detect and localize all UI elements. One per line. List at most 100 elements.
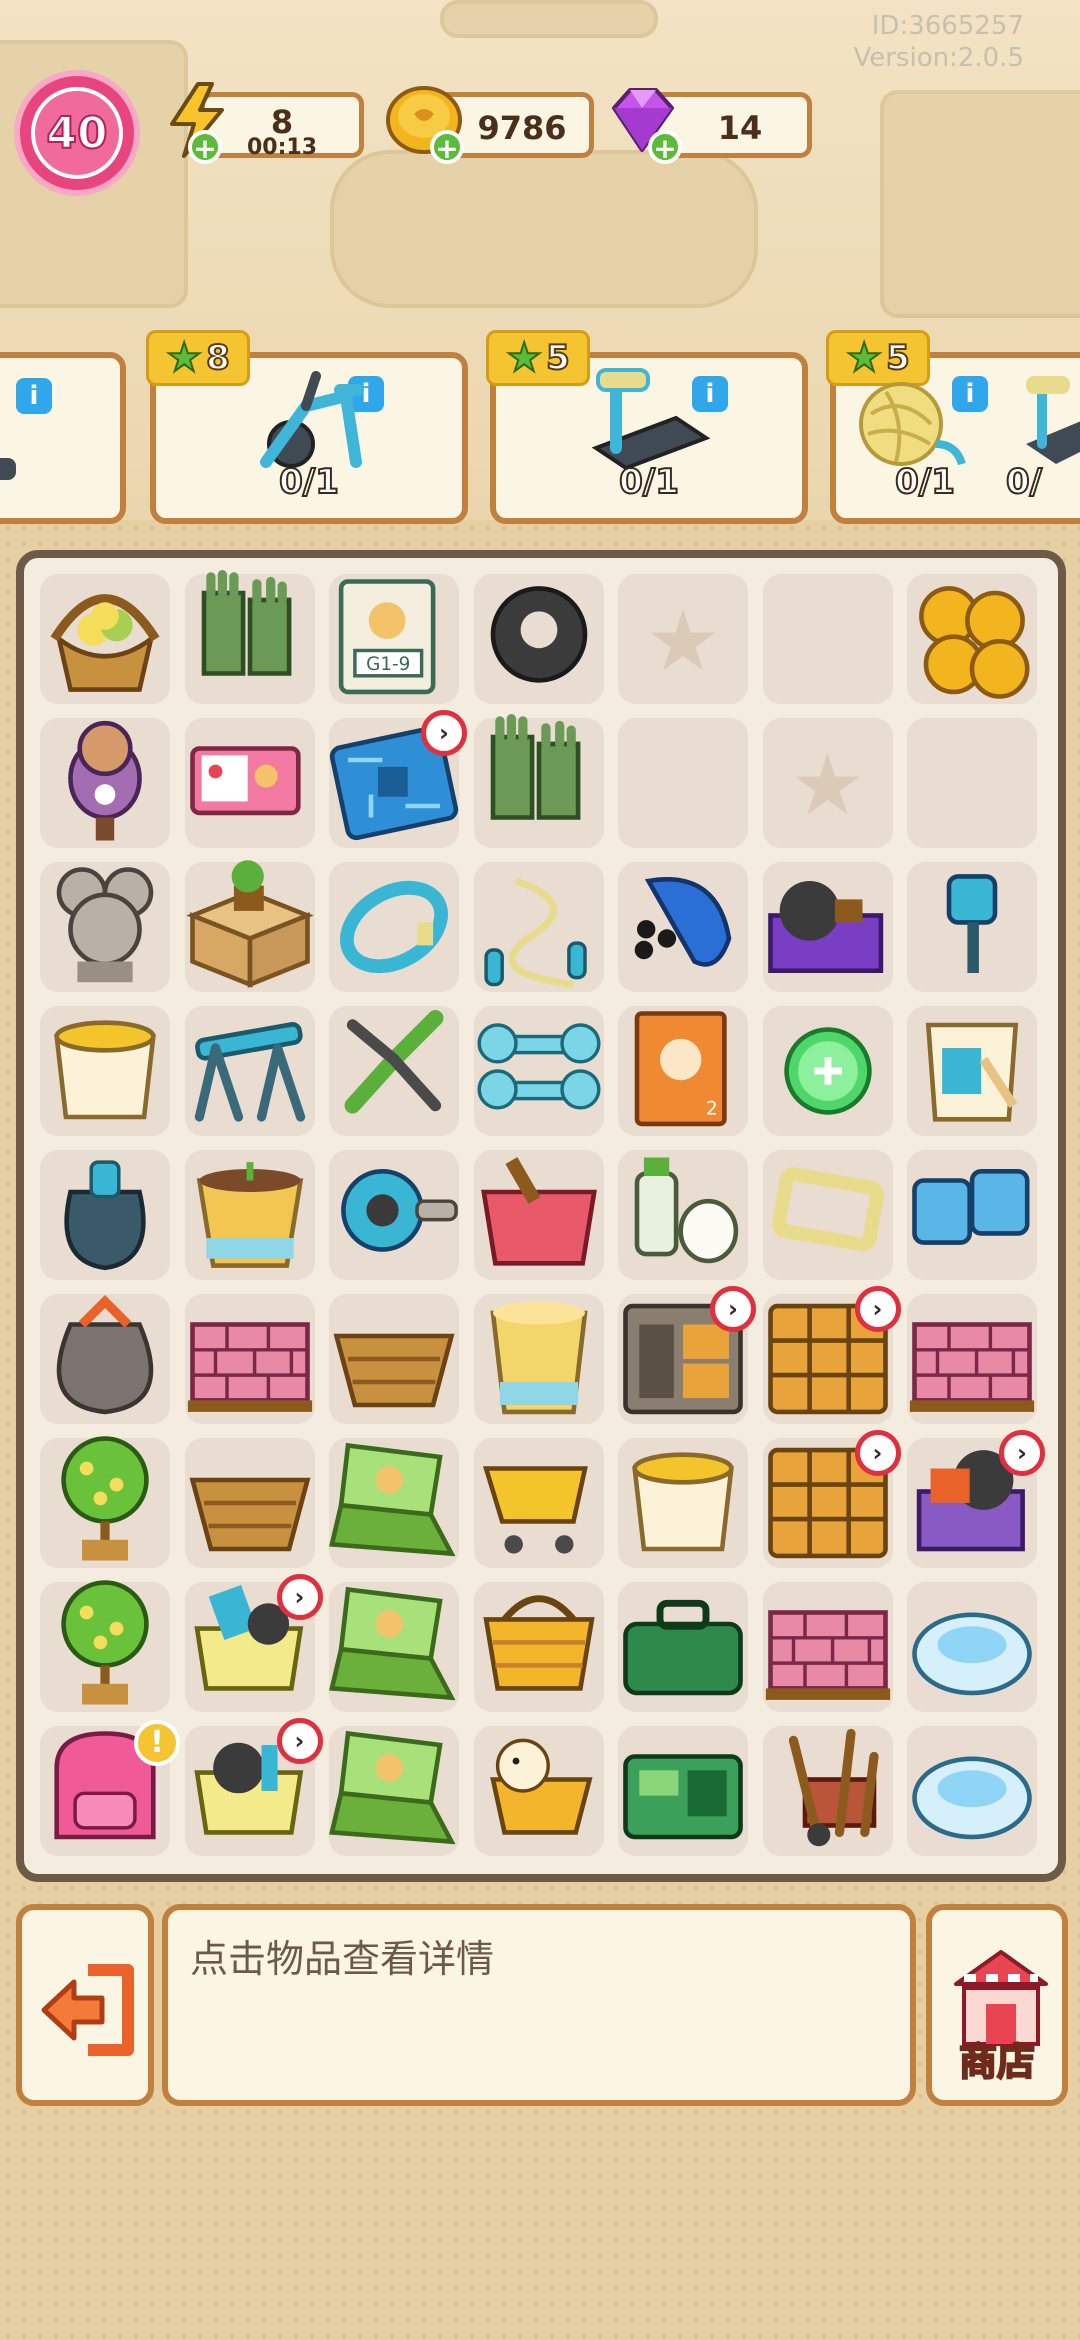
upgrade-arrow-icon: › <box>999 1430 1045 1476</box>
inventory-slot[interactable] <box>329 1726 459 1856</box>
order-card[interactable]: ★ 5 i 0/1 0/ <box>826 330 1080 524</box>
jump-rope-icon <box>483 877 587 988</box>
level-badge[interactable]: 40 <box>14 70 140 196</box>
inventory-slot[interactable]: › <box>329 710 467 848</box>
svg-text:2: 2 <box>706 1099 718 1120</box>
inventory-slot[interactable] <box>618 1582 748 1712</box>
inventory-slot[interactable] <box>329 1294 459 1424</box>
add-energy-icon[interactable]: + <box>188 130 222 164</box>
inventory-slot[interactable]: ! <box>40 1720 180 1856</box>
order-progress: 0/ <box>1005 461 1043 503</box>
inventory-slot[interactable] <box>40 1150 170 1280</box>
inventory-slot[interactable]: › <box>618 1286 756 1424</box>
bento-box-icon <box>189 746 301 816</box>
inventory-slot[interactable] <box>762 1150 893 1280</box>
inventory-slot[interactable] <box>40 718 170 848</box>
inventory-slot[interactable] <box>473 1438 604 1568</box>
inventory-slot[interactable] <box>184 1006 315 1136</box>
inventory-slot[interactable] <box>40 1294 170 1424</box>
inventory-slot[interactable] <box>473 1150 604 1280</box>
purple-crate-icon <box>767 881 883 973</box>
inventory-slot[interactable] <box>907 1150 1037 1280</box>
tire-icon <box>490 586 587 683</box>
inventory-slot[interactable] <box>40 1580 170 1712</box>
pink-bricks-icon <box>187 1322 312 1412</box>
inventory-slot[interactable] <box>762 1006 893 1136</box>
inventory-slot[interactable] <box>907 1294 1037 1424</box>
exit-button[interactable] <box>16 1904 154 2106</box>
inventory-slot[interactable] <box>473 1582 604 1712</box>
inventory-slot[interactable] <box>184 1438 315 1568</box>
inventory-slot[interactable] <box>473 862 604 992</box>
inventory-slot[interactable] <box>184 570 315 704</box>
shop-button[interactable]: 商店 <box>926 1904 1068 2106</box>
inventory-slot[interactable]: G1-9 <box>329 574 459 704</box>
svg-text:G1-9: G1-9 <box>366 654 410 675</box>
order-card[interactable]: i <box>0 352 126 524</box>
tackle-box-icon <box>623 1599 743 1696</box>
inventory-slot[interactable] <box>907 1582 1037 1712</box>
inventory-slot[interactable] <box>329 1150 459 1280</box>
empty-slot[interactable] <box>907 718 1037 848</box>
inventory-slot[interactable] <box>329 1438 459 1568</box>
inventory-slot[interactable] <box>40 1006 170 1136</box>
inventory-slot[interactable] <box>473 1294 604 1424</box>
inventory-slot[interactable]: 2 <box>618 1006 748 1136</box>
inventory-slot[interactable] <box>762 1582 893 1712</box>
inventory-slot[interactable] <box>907 1006 1037 1136</box>
yellow-bucket-icon <box>632 1452 734 1552</box>
locked-slot[interactable] <box>762 718 893 848</box>
inventory-slot[interactable] <box>618 1438 748 1568</box>
duck-cart-icon <box>489 1738 593 1835</box>
green-gloves-icon <box>201 570 291 676</box>
inventory-slot[interactable] <box>329 862 459 992</box>
green-toolbox-icon <box>623 1754 743 1840</box>
blue-dice-icon <box>912 1169 1030 1245</box>
flower-basket-icon <box>50 594 160 692</box>
add-gems-icon[interactable]: + <box>648 130 682 164</box>
yellow-bucket-icon <box>54 1020 156 1120</box>
inventory-slot[interactable] <box>907 574 1037 704</box>
gold-coins-icon <box>919 586 1030 699</box>
inventory-slot[interactable] <box>473 1006 604 1136</box>
inventory-slot[interactable] <box>40 574 170 704</box>
inventory-slot[interactable] <box>184 718 315 848</box>
cleaning-bottle-icon <box>634 1157 739 1264</box>
inventory-slot[interactable] <box>473 574 604 704</box>
empty-slot[interactable] <box>762 574 893 704</box>
star-icon: ★ <box>505 334 543 382</box>
inventory-slot[interactable] <box>473 714 604 848</box>
exit-icon <box>41 1964 134 2056</box>
locked-slot[interactable] <box>618 574 748 704</box>
inventory-slot[interactable]: › <box>184 1574 323 1712</box>
inventory-slot[interactable]: › <box>907 1430 1045 1568</box>
plant-pot-icon <box>196 1162 303 1268</box>
inventory-slot[interactable] <box>329 1582 459 1712</box>
inventory-slot[interactable] <box>40 1436 170 1568</box>
inventory-slot[interactable]: › <box>762 1286 901 1424</box>
inventory-slot[interactable] <box>184 1150 315 1280</box>
inventory-slot[interactable] <box>618 862 748 992</box>
inventory-slot[interactable] <box>329 1006 459 1136</box>
paper-cup-icon <box>489 1301 588 1415</box>
inventory-slot[interactable] <box>762 862 893 992</box>
inventory-slot[interactable]: › <box>762 1430 901 1568</box>
inventory-slot[interactable] <box>184 1294 315 1424</box>
inventory-board: G1-9 › 2 › › › › ›! › <box>16 550 1066 1882</box>
inventory-slot[interactable] <box>618 1150 748 1280</box>
inventory-slot[interactable] <box>473 1726 604 1856</box>
inventory-slot[interactable] <box>762 1726 893 1856</box>
inventory-slot[interactable] <box>907 1726 1037 1856</box>
upgrade-arrow-icon: › <box>421 710 467 756</box>
order-card[interactable]: ★ 5 i 0/1 <box>486 330 808 524</box>
empty-slot[interactable] <box>618 718 748 848</box>
add-coins-icon[interactable]: + <box>430 130 464 164</box>
inventory-slot[interactable] <box>618 1726 748 1856</box>
inventory-slot[interactable] <box>40 862 170 992</box>
inventory-slot[interactable]: › <box>184 1718 323 1856</box>
inventory-slot[interactable] <box>184 860 315 992</box>
order-card[interactable]: ★ 8 i 0/1 <box>146 330 468 524</box>
inventory-slot[interactable] <box>907 862 1037 992</box>
order-progress: 0/1 <box>894 461 956 503</box>
exercise-bike-icon <box>260 371 364 468</box>
